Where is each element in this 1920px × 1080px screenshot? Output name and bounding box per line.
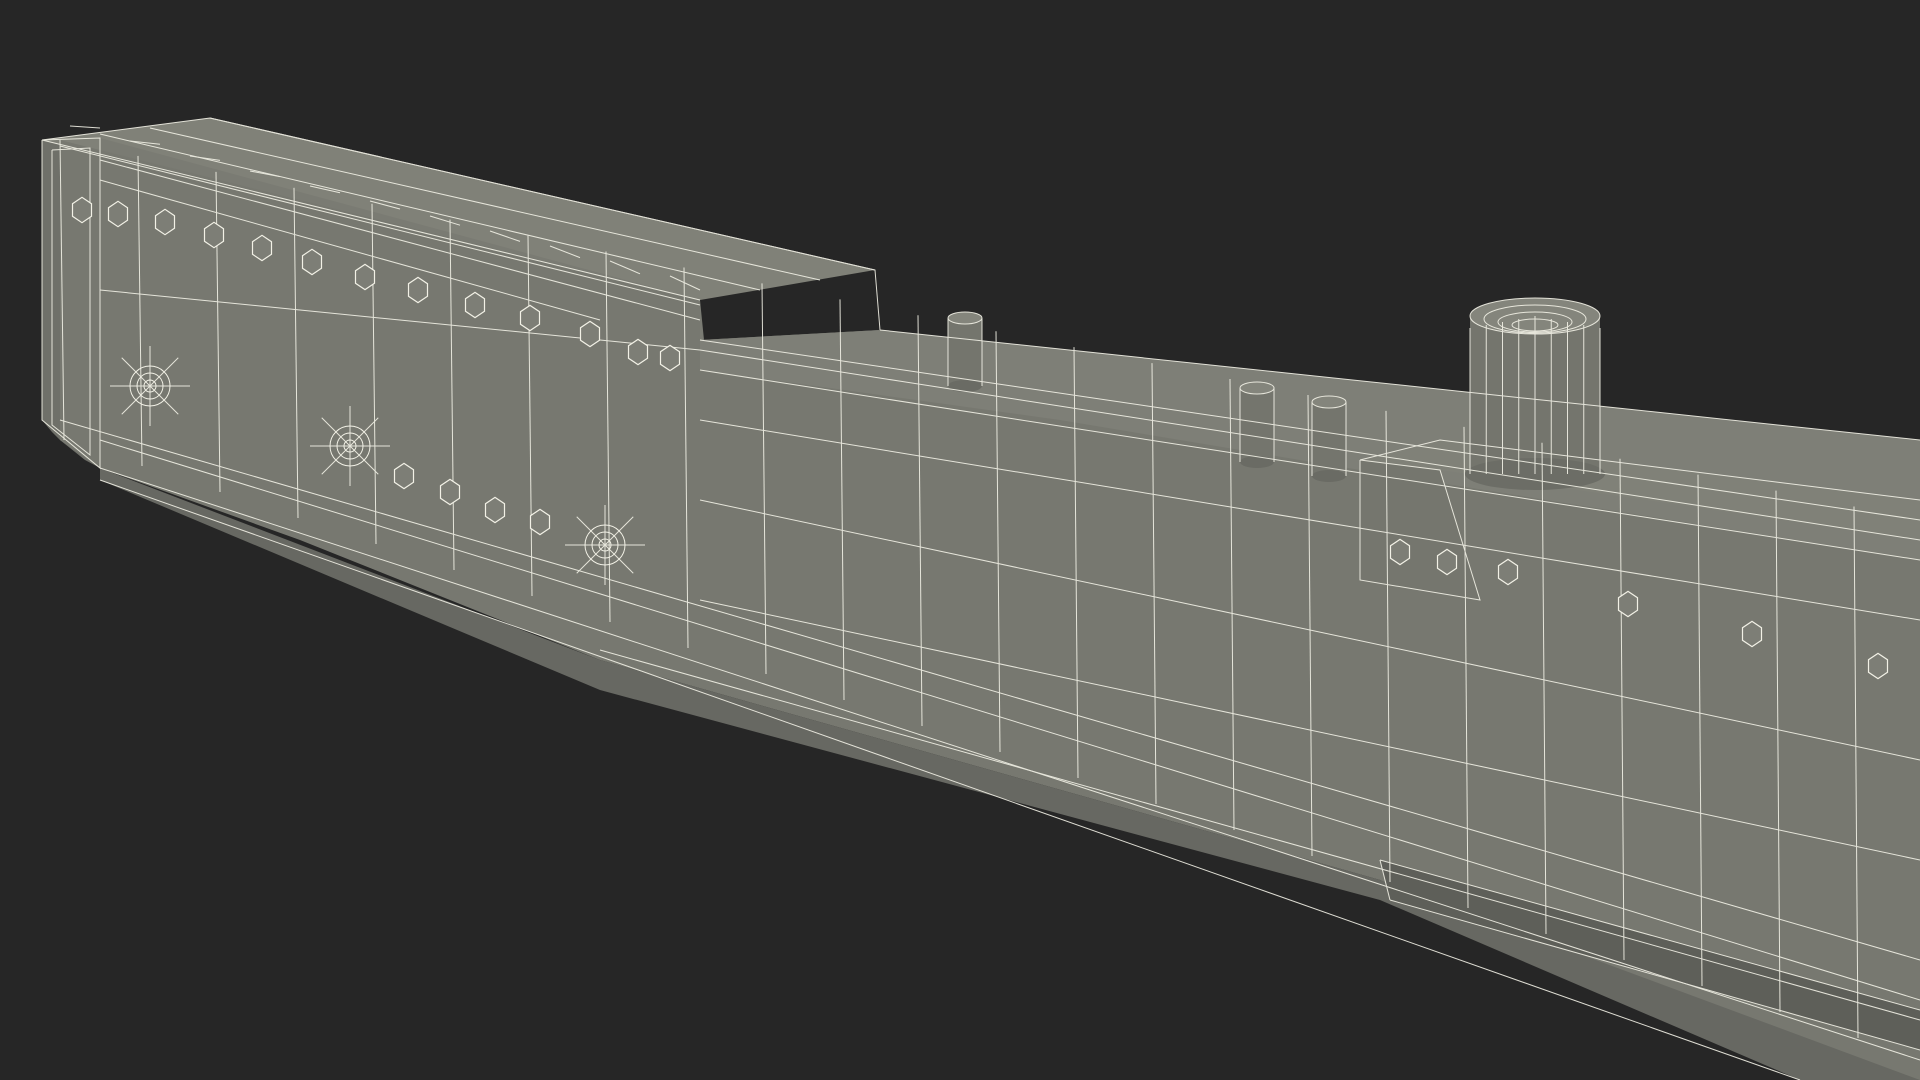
hex-bolt-icon (464, 291, 486, 319)
hex-bolt-icon (1389, 538, 1411, 566)
hex-bolt-icon (659, 344, 681, 372)
wireframe-render (0, 0, 1920, 1080)
hex-bolt-icon (627, 338, 649, 366)
hex-bolt-icon (1497, 558, 1519, 586)
hex-bolt-icon (1617, 590, 1639, 618)
hex-bolt-icon (407, 276, 429, 304)
hex-bolt-icon (529, 508, 551, 536)
hex-bolt-icon (1867, 652, 1889, 680)
hex-bolt-icon (251, 234, 273, 262)
hex-bolt-icon (393, 462, 415, 490)
hex-bolt-icon (579, 320, 601, 348)
post-small-3 (1312, 396, 1346, 482)
hex-bolt-icon (484, 496, 506, 524)
hex-bolt-icon (71, 196, 93, 224)
hex-bolt-icon (154, 208, 176, 236)
hex-bolt-icon (1436, 548, 1458, 576)
render-viewport (0, 0, 1920, 1080)
hex-bolt-icon (519, 304, 541, 332)
hex-bolt-icon (301, 248, 323, 276)
hex-bolt-icon (203, 221, 225, 249)
hex-bolt-icon (354, 263, 376, 291)
hex-bolt-icon (1741, 620, 1763, 648)
hex-bolt-icon (439, 478, 461, 506)
hex-bolt-icon (107, 200, 129, 228)
